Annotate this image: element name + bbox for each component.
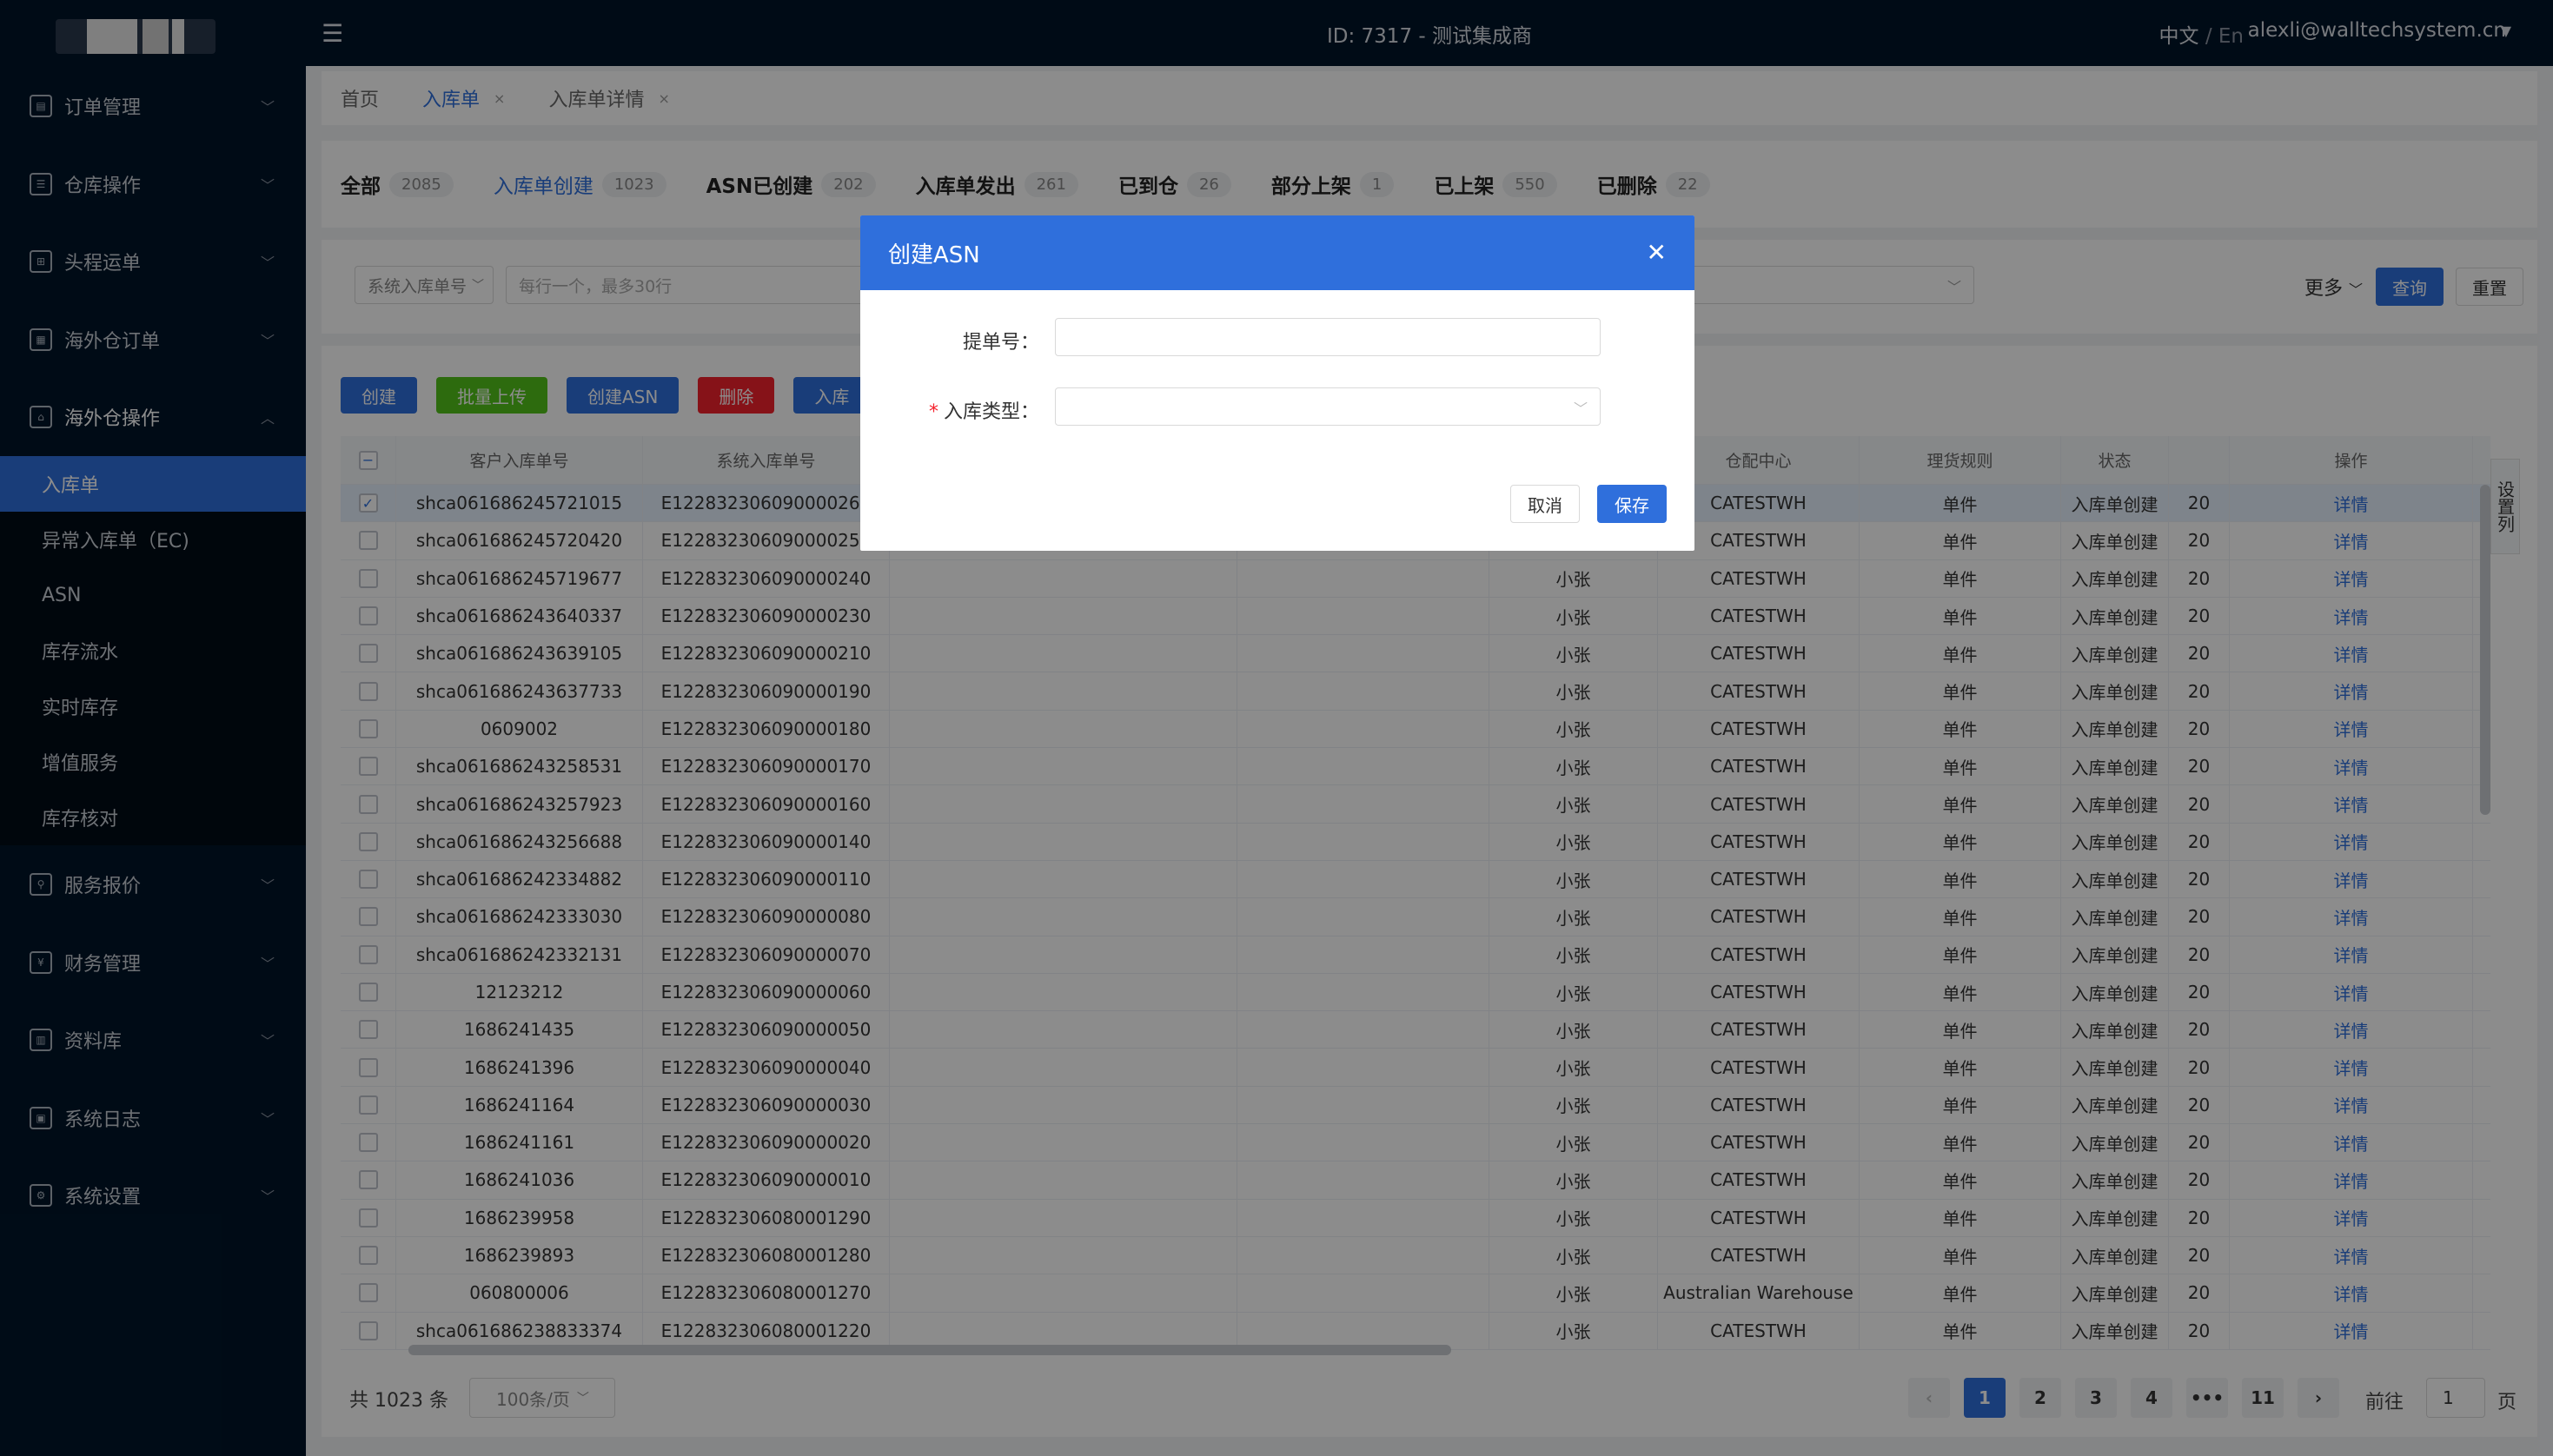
required-mark: *	[928, 401, 938, 423]
cancel-button[interactable]: 取消	[1510, 485, 1580, 523]
close-icon[interactable]: ✕	[1647, 238, 1667, 267]
chevron-down-icon: ﹀	[1573, 400, 1588, 417]
dialog-header: 创建ASN ✕	[860, 215, 1694, 290]
inbound-type-select[interactable]: ﹀	[1055, 387, 1601, 426]
create-asn-dialog: 创建ASN ✕ 提单号： * 入库类型： ﹀ 取消 保存	[860, 215, 1694, 551]
inbound-type-label: * 入库类型：	[909, 396, 1039, 424]
bill-no-label: 提单号：	[962, 332, 1039, 354]
bill-no-input[interactable]	[1055, 318, 1601, 356]
inbound-type-text: 入库类型：	[943, 401, 1039, 423]
save-button[interactable]: 保存	[1597, 485, 1667, 523]
dialog-title: 创建ASN	[888, 242, 980, 268]
